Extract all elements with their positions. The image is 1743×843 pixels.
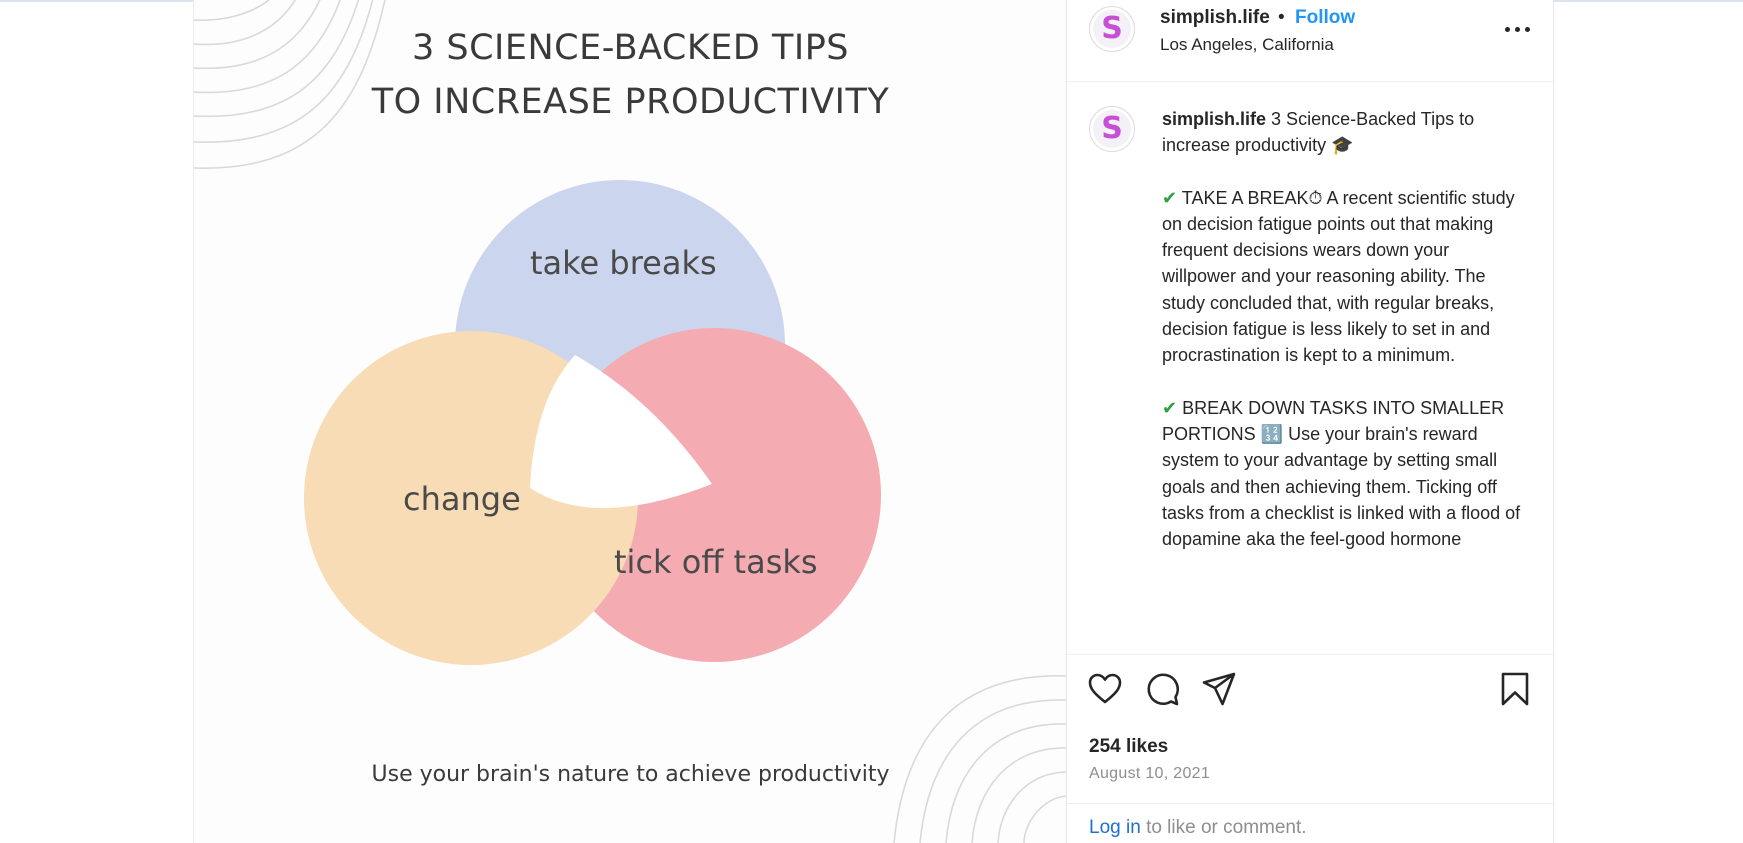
venn-label-take-breaks: take breaks [530, 244, 717, 282]
caption-username[interactable]: simplish.life [1162, 109, 1266, 129]
login-text: to like or comment. [1146, 817, 1307, 838]
venn-label-change: change [403, 480, 521, 518]
post-image-graphic [194, 0, 1067, 843]
header-divider [1067, 81, 1553, 82]
avatar-letter: S [1101, 111, 1123, 146]
header-avatar[interactable]: S [1089, 6, 1135, 52]
caption-tip-1-text: TAKE A BREAK⏱ A recent scientific study … [1162, 187, 1515, 366]
heart-icon[interactable] [1087, 671, 1123, 707]
share-icon[interactable] [1201, 671, 1237, 707]
image-title-line-1: 3 SCIENCE-BACKED TIPS [411, 28, 850, 68]
post-side-panel: S simplish.life • Follow Los Angeles, Ca… [1066, 0, 1554, 843]
caption-divider [1067, 654, 1553, 655]
likes-count[interactable]: 254 likes [1089, 736, 1168, 758]
post-caption: simplish.life 3 Science-Backed Tips to i… [1162, 106, 1522, 578]
avatar-letter: S [1101, 11, 1123, 46]
caption-avatar[interactable]: S [1089, 106, 1135, 152]
image-subtitle: Use your brain's nature to achieve produ… [371, 762, 890, 787]
footer-divider [1067, 803, 1553, 804]
check-icon: ✔ [1162, 187, 1178, 208]
comment-icon[interactable] [1144, 671, 1180, 707]
login-prompt: Log in to like or comment. [1089, 817, 1307, 839]
check-icon: ✔ [1162, 397, 1178, 418]
caption-intro: simplish.life 3 Science-Backed Tips to i… [1162, 106, 1522, 159]
header-location[interactable]: Los Angeles, California [1160, 35, 1334, 55]
follow-button[interactable]: Follow [1295, 7, 1355, 29]
caption-tip-1: ✔ TAKE A BREAK⏱ A recent scientific stud… [1162, 185, 1522, 369]
post-image: 3 SCIENCE-BACKED TIPS TO INCREASE PRODUC… [193, 0, 1067, 843]
caption-tip-2-text: BREAK DOWN TASKS INTO SMALLER PORTIONS 🔢… [1162, 397, 1521, 550]
header-username[interactable]: simplish.life [1160, 7, 1270, 29]
caption-tip-2: ✔ BREAK DOWN TASKS INTO SMALLER PORTIONS… [1162, 395, 1522, 553]
header-separator-dot: • [1278, 7, 1285, 28]
more-options-icon[interactable] [1503, 18, 1533, 42]
venn-label-tick-off-tasks: tick off tasks [614, 543, 818, 581]
decorative-lines-bottom-right [893, 675, 1067, 843]
image-title-line-2: TO INCREASE PRODUCTIVITY [371, 82, 890, 122]
bookmark-icon[interactable] [1498, 671, 1532, 707]
post-date[interactable]: August 10, 2021 [1089, 765, 1210, 783]
login-link[interactable]: Log in [1089, 817, 1141, 838]
